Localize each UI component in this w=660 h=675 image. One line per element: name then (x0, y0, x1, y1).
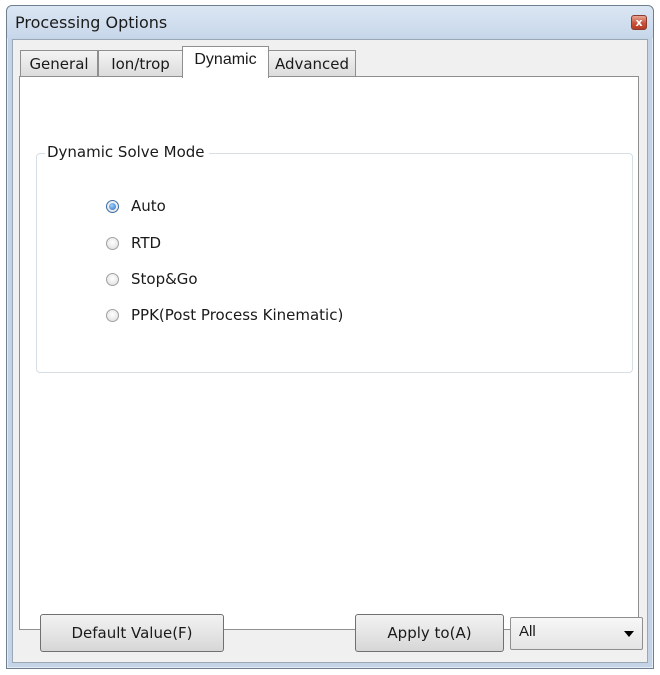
window-title: Processing Options (15, 13, 168, 32)
radio-button-icon[interactable] (106, 199, 119, 213)
radio-label: Auto (131, 197, 166, 215)
dynamic-solve-mode-group: Dynamic Solve Mode (36, 143, 633, 373)
radio-option-auto[interactable]: Auto (106, 197, 166, 215)
apply-target-select[interactable]: All (510, 617, 643, 650)
close-icon: x (635, 16, 643, 29)
default-value-button[interactable]: Default Value(F) (40, 614, 224, 652)
processing-options-window: Processing Options x General Ion/trop Dy… (6, 5, 654, 669)
radio-button-icon[interactable] (106, 272, 119, 286)
tab-panel-dynamic: Dynamic Solve Mode Auto RTD Stop&Go PPK(… (19, 76, 639, 630)
group-title: Dynamic Solve Mode (45, 143, 209, 161)
tab-dynamic[interactable]: Dynamic (182, 46, 269, 78)
apply-to-button[interactable]: Apply to(A) (355, 614, 504, 652)
radio-label: Stop&Go (131, 270, 198, 288)
dialog-client-area: General Ion/trop Dynamic Advanced Dynami… (12, 39, 648, 663)
chevron-down-icon[interactable] (624, 631, 634, 637)
tab-strip: General Ion/trop Dynamic Advanced (15, 46, 647, 78)
close-button[interactable]: x (631, 15, 647, 30)
radio-option-rtd[interactable]: RTD (106, 234, 161, 252)
tab-advanced[interactable]: Advanced (268, 50, 356, 76)
tab-general[interactable]: General (20, 50, 98, 76)
title-bar[interactable]: Processing Options x (7, 6, 653, 38)
radio-option-stop-and-go[interactable]: Stop&Go (106, 270, 198, 288)
radio-button-icon[interactable] (106, 236, 119, 250)
radio-label: RTD (131, 234, 162, 252)
radio-button-icon[interactable] (106, 308, 119, 322)
apply-target-value: All (519, 623, 536, 640)
tab-ion-trop[interactable]: Ion/trop (98, 50, 183, 76)
radio-option-ppk[interactable]: PPK(Post Process Kinematic) (106, 306, 343, 324)
radio-label: PPK(Post Process Kinematic) (131, 306, 344, 324)
